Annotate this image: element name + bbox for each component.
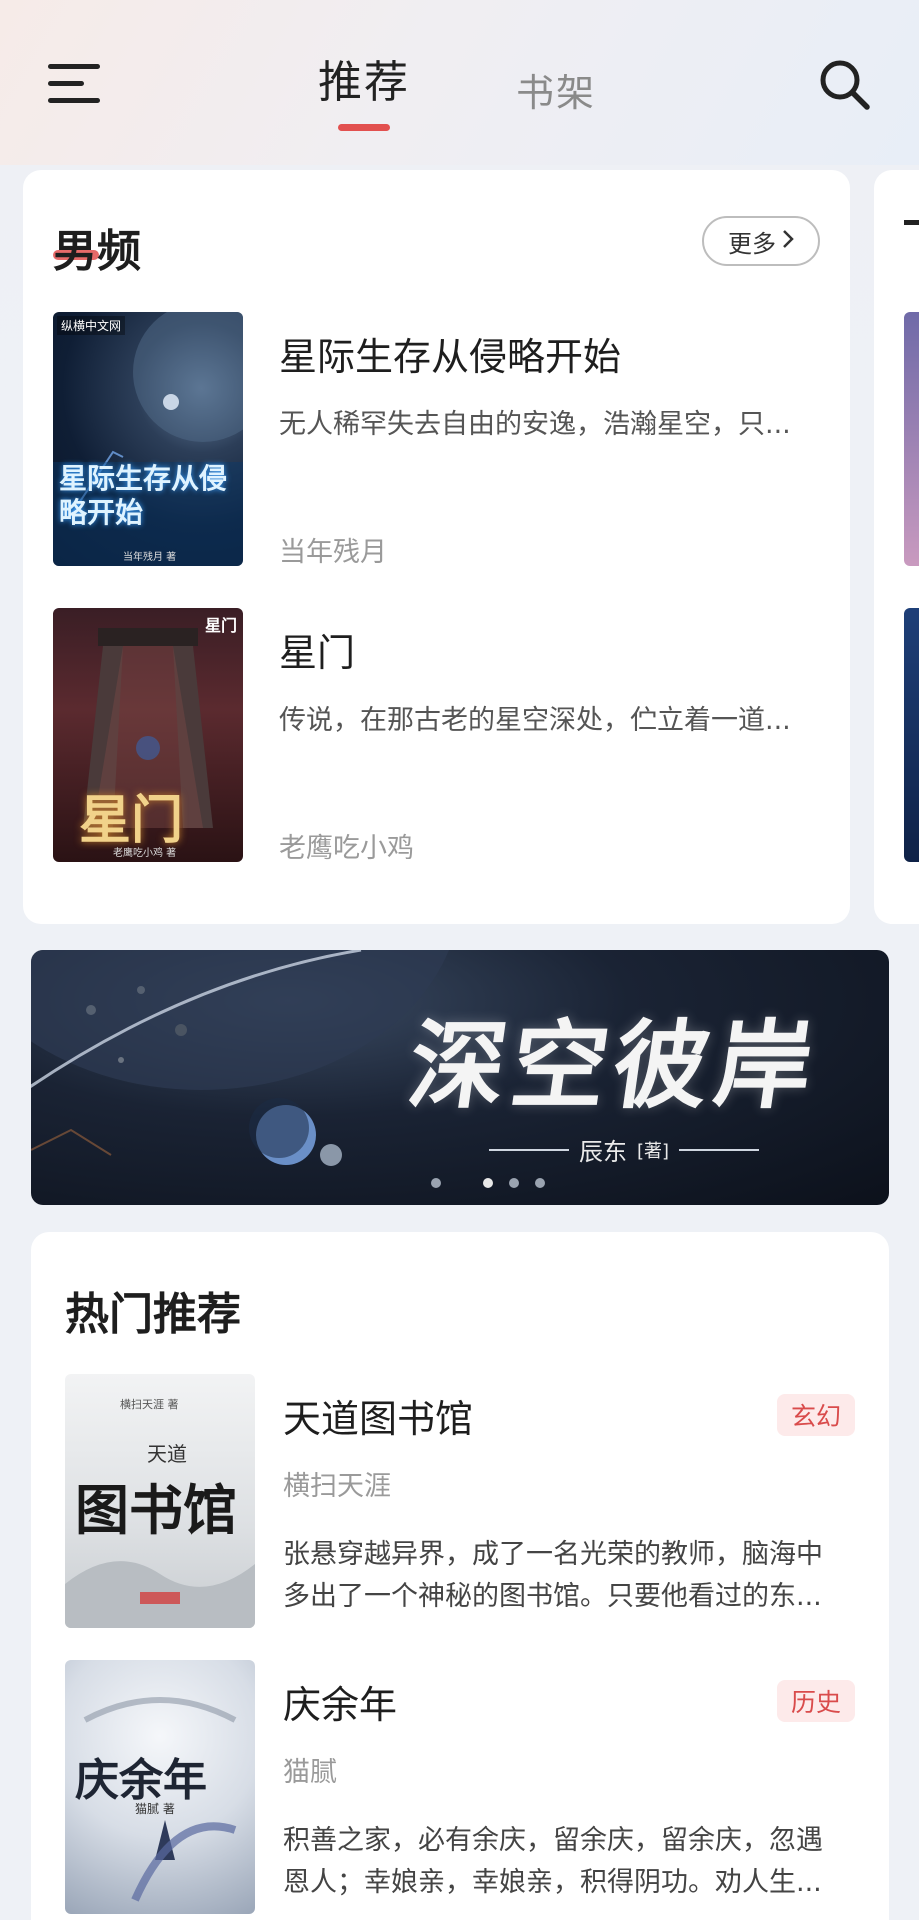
promo-banner[interactable]: 深空彼岸 辰东 [著] [31, 950, 889, 1205]
book-item[interactable]: 庆余年 猫腻 著 庆余年 历史 猫腻 积善之家，必有余庆，留余庆，留余庆，忽遇恩… [65, 1660, 855, 1916]
male-channel-card: 男频 更多 纵横中文网 星际生存从侵略开始 当年残月 著 星际生存从侵略开始 无… [23, 170, 850, 924]
peek-cover [904, 608, 919, 862]
book-description: 积善之家，必有余庆，留余庆，留余庆，忽遇恩人；幸娘亲，幸娘亲，积得阴功。劝人生.… [283, 1825, 823, 1898]
active-tab-indicator [338, 124, 390, 131]
genre-tag: 历史 [776, 1680, 855, 1722]
book-cover: 星门 星门 老鹰吃小鸡 著 [53, 608, 243, 862]
pagination-dot[interactable] [535, 1178, 545, 1188]
section-title-male: 男频 [53, 226, 141, 277]
book-description: 张悬穿越异界，成了一名光荣的教师，脑海中多出了一个神秘的图书馆。只要他看过的东.… [283, 1539, 823, 1612]
book-item[interactable]: 纵横中文网 星际生存从侵略开始 当年残月 著 星际生存从侵略开始 无人稀罕失去自… [53, 312, 823, 568]
book-author: 横扫天涯 [283, 1471, 391, 1502]
banner-pagination [431, 1178, 545, 1188]
cover-author: 猫腻 著 [135, 1802, 175, 1816]
cover-author: 老鹰吃小鸡 著 [113, 848, 177, 859]
banner-author-suffix: [著] [637, 1140, 670, 1162]
book-description: 无人稀罕失去自由的安逸，浩瀚星空，只... [279, 409, 791, 440]
section-title-hot: 热门推荐 [65, 1289, 241, 1340]
peek-cover [904, 312, 919, 566]
cover-author: 横扫天涯 著 [120, 1398, 179, 1411]
cover-subtitle: 天道 [147, 1442, 187, 1466]
book-cover: 纵横中文网 星际生存从侵略开始 当年残月 著 [53, 312, 243, 566]
book-title: 星门 [279, 631, 356, 675]
book-description: 传说，在那古老的星空深处，伫立着一道... [279, 705, 791, 736]
menu-icon[interactable] [48, 60, 104, 108]
book-item[interactable]: 星门 星门 老鹰吃小鸡 著 星门 传说，在那古老的星空深处，伫立着一道... 老… [53, 608, 823, 864]
cover-title: 星门 [79, 790, 184, 851]
pagination-dot-active[interactable] [483, 1178, 493, 1188]
chevron-right-icon [782, 227, 794, 255]
book-author: 猫腻 [283, 1757, 337, 1788]
book-cover: 横扫天涯 著 天道 图书馆 [65, 1374, 255, 1628]
book-item[interactable]: 横扫天涯 著 天道 图书馆 天道图书馆 玄幻 横扫天涯 张悬穿越异界，成了一名光… [65, 1374, 855, 1630]
next-card-peek[interactable] [874, 170, 919, 924]
tab-bookshelf[interactable]: 书架 [516, 62, 596, 117]
book-title: 庆余年 [283, 1683, 398, 1727]
hot-recommend-card: 热门推荐 横扫天涯 著 天道 图书馆 天道图书馆 玄幻 横扫天涯 张悬穿越异界，… [31, 1232, 889, 1920]
genre-tag: 玄幻 [776, 1394, 855, 1436]
pagination-dot[interactable] [431, 1178, 441, 1188]
tab-recommend[interactable]: 推荐 [318, 46, 410, 110]
book-cover: 庆余年 猫腻 著 [65, 1660, 255, 1914]
book-title: 天道图书馆 [283, 1397, 474, 1441]
more-button[interactable]: 更多 [702, 216, 820, 266]
banner-title: 深空彼岸 [401, 1009, 826, 1122]
peek-title-fragment [904, 220, 919, 260]
search-icon[interactable] [816, 56, 872, 112]
pagination-dot[interactable] [509, 1178, 519, 1188]
banner-author: 辰东 [著] [489, 1132, 760, 1167]
banner-author-name: 辰东 [579, 1138, 627, 1166]
top-bar: 推荐 书架 [0, 0, 919, 165]
cover-title: 星际生存从侵略开始 [59, 462, 228, 529]
book-author: 当年残月 [279, 537, 387, 568]
cover-title: 图书馆 [75, 1478, 237, 1542]
cover-publisher: 星门 [204, 616, 237, 635]
cover-publisher: 纵横中文网 [57, 316, 126, 335]
cover-author: 当年残月 著 [123, 552, 177, 563]
cover-title: 庆余年 [75, 1755, 207, 1806]
book-author: 老鹰吃小鸡 [279, 833, 414, 864]
more-label: 更多 [728, 229, 776, 258]
book-title: 星际生存从侵略开始 [279, 335, 622, 379]
